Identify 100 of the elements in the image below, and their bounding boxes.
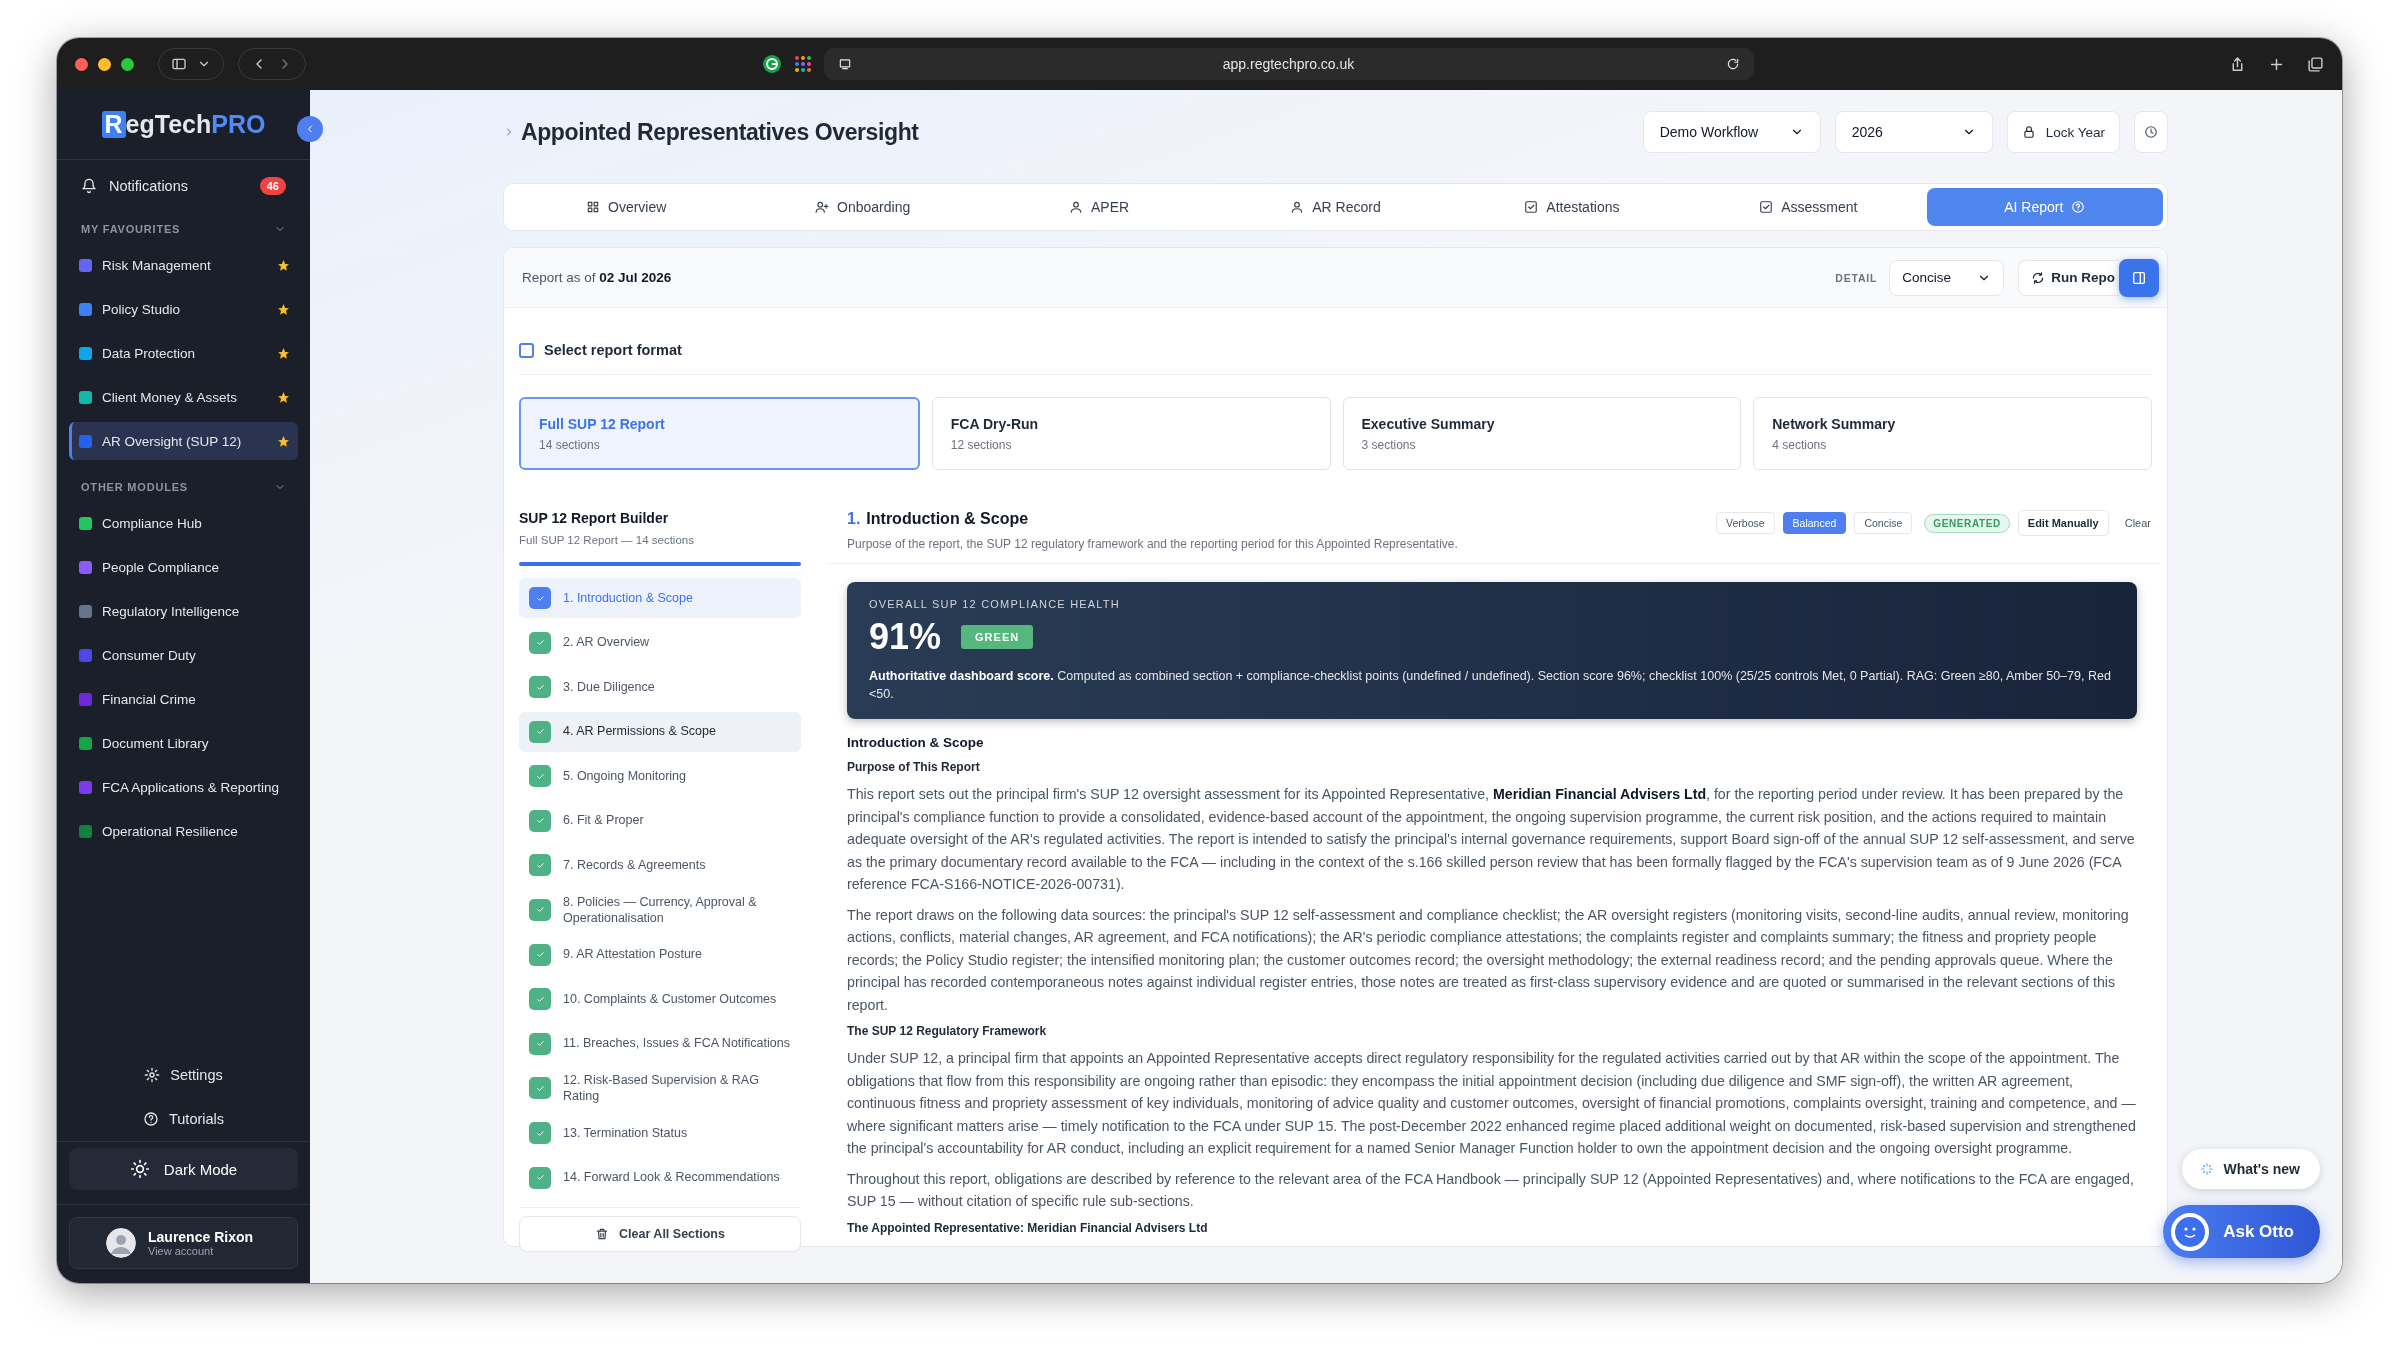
- builder-subtitle: Full SUP 12 Report — 14 sections: [519, 534, 695, 546]
- section-item[interactable]: 3. Due Diligence: [519, 667, 801, 707]
- score-value: 91%: [869, 616, 942, 658]
- sun-icon: [129, 1159, 150, 1179]
- tab[interactable]: Attestations: [1453, 188, 1691, 226]
- checkbox[interactable]: [529, 720, 551, 743]
- section-header[interactable]: MY FAVOURITES: [69, 212, 298, 246]
- check-icon: [534, 1038, 546, 1049]
- sidebar-item[interactable]: Client Money & Assets: [69, 378, 298, 416]
- checkbox-icon: [1759, 200, 1774, 214]
- lock-year-button[interactable]: Lock Year: [2006, 111, 2120, 153]
- checkbox[interactable]: [529, 631, 551, 654]
- report-format-card[interactable]: Full SUP 12 Report 14 sections: [519, 397, 920, 470]
- sidebar-item[interactable]: FCA Applications & Reporting: [69, 768, 298, 806]
- checkbox[interactable]: [529, 898, 551, 921]
- section-item[interactable]: 13. Termination Status: [519, 1113, 801, 1153]
- section-item[interactable]: 14. Forward Look & Recommendations: [519, 1157, 801, 1198]
- star-icon[interactable]: [277, 434, 290, 448]
- clear-button[interactable]: Clear: [2116, 511, 2159, 535]
- checkbox[interactable]: [529, 988, 551, 1010]
- history-button[interactable]: [2134, 111, 2168, 153]
- detail-mode-toggle[interactable]: Verbose: [1716, 512, 1775, 534]
- sidebar-item[interactable]: Operational Resilience: [69, 812, 298, 850]
- tab[interactable]: Overview: [508, 188, 745, 226]
- sidebar-icon: [171, 56, 187, 72]
- settings-link[interactable]: Settings: [69, 1053, 298, 1097]
- star-icon[interactable]: [277, 390, 290, 404]
- sidebar-item[interactable]: Document Library: [69, 724, 298, 762]
- section-item[interactable]: 5. Ongoing Monitoring: [519, 756, 801, 796]
- section-title: 1. Introduction & Scope: [847, 510, 1030, 528]
- settings-icon: [144, 1067, 161, 1083]
- report-heading: Introduction & Scope: [847, 735, 985, 751]
- star-icon[interactable]: [277, 346, 290, 360]
- minimize-window-button[interactable]: [98, 57, 111, 71]
- dark-mode-button[interactable]: Dark Mode: [69, 1148, 298, 1190]
- tab[interactable]: Onboarding: [744, 188, 981, 226]
- tab[interactable]: Assessment: [1690, 188, 1927, 226]
- section-header[interactable]: OTHER MODULES: [69, 470, 298, 504]
- section-item[interactable]: 11. Breaches, Issues & FCA Notifications: [519, 1023, 801, 1064]
- checkbox[interactable]: [529, 1032, 551, 1055]
- close-window-button[interactable]: [75, 57, 88, 71]
- section-item[interactable]: 4. AR Permissions & Scope: [519, 711, 801, 752]
- workflow-dropdown[interactable]: Demo Workflow: [1642, 111, 1821, 153]
- checkbox[interactable]: [529, 1122, 551, 1144]
- status-badge: GENERATED: [1924, 513, 2010, 533]
- sidebar-item[interactable]: People Compliance: [69, 548, 298, 586]
- report-format-card[interactable]: Network Summary 4 sections: [1753, 397, 2152, 470]
- checkbox[interactable]: [529, 943, 551, 966]
- checkbox[interactable]: [529, 587, 551, 609]
- apps-grid-icon[interactable]: [793, 55, 812, 73]
- section-item[interactable]: 8. Policies — Currency, Approval & Operationalisation: [519, 889, 801, 930]
- panel-toggle-button[interactable]: [2119, 258, 2159, 297]
- checkbox[interactable]: [519, 342, 534, 358]
- sidebar-item[interactable]: Policy Studio: [69, 290, 298, 328]
- sidebar-item[interactable]: Financial Crime: [69, 680, 298, 718]
- report-format-card[interactable]: Executive Summary 3 sections: [1342, 397, 1742, 470]
- detail-mode-toggle[interactable]: Balanced: [1782, 512, 1847, 534]
- checkbox[interactable]: [529, 765, 551, 787]
- sidebar-item[interactable]: AR Oversight (SUP 12): [69, 422, 298, 460]
- sidebar-item[interactable]: Risk Management: [69, 246, 298, 284]
- tutorials-link[interactable]: Tutorials: [69, 1097, 298, 1141]
- tab[interactable]: APER: [980, 188, 1218, 226]
- whats-new-button[interactable]: What's new: [2181, 1149, 2320, 1189]
- checkbox[interactable]: [529, 1166, 551, 1189]
- star-icon[interactable]: [277, 302, 290, 316]
- checkbox[interactable]: [529, 854, 551, 876]
- sidebar-item[interactable]: Consumer Duty: [69, 636, 298, 674]
- checkbox[interactable]: [529, 809, 551, 832]
- notifications-item[interactable]: Notifications 46: [69, 164, 298, 208]
- section-item[interactable]: 2. AR Overview: [519, 622, 801, 663]
- tab[interactable]: AR Record: [1217, 188, 1454, 226]
- ask-otto-button[interactable]: Ask Otto: [2163, 1205, 2320, 1258]
- trash-icon: [595, 1226, 610, 1241]
- run-report-button[interactable]: Run Repo: [2018, 259, 2119, 296]
- star-icon[interactable]: [277, 258, 290, 272]
- detail-mode-toggle[interactable]: Concise: [1854, 512, 1913, 534]
- address-bar[interactable]: app.regtechpro.co.uk: [823, 48, 1754, 80]
- section-item[interactable]: 7. Records & Agreements: [519, 845, 801, 885]
- sidebar-item[interactable]: Compliance Hub: [69, 504, 298, 542]
- user-icon: [1290, 200, 1305, 214]
- check-icon: [534, 726, 546, 737]
- sidebar-item[interactable]: Regulatory Intelligence: [69, 592, 298, 630]
- sidebar-item[interactable]: Data Protection: [69, 334, 298, 372]
- checkbox[interactable]: [529, 1077, 551, 1100]
- health-label: OVERALL SUP 12 COMPLIANCE HEALTH: [869, 598, 1121, 610]
- edit-manually-button[interactable]: Edit Manually: [2017, 510, 2109, 536]
- section-item[interactable]: 1. Introduction & Scope: [519, 578, 801, 618]
- checkbox[interactable]: [529, 676, 551, 698]
- section-item[interactable]: 12. Risk-Based Supervision & RAG Rating: [519, 1068, 801, 1109]
- section-item[interactable]: 9. AR Attestation Posture: [519, 934, 801, 975]
- extension-icon[interactable]: [761, 54, 782, 74]
- year-dropdown[interactable]: 2026: [1834, 111, 1993, 153]
- section-item[interactable]: 6. Fit & Proper: [519, 800, 801, 841]
- lock-icon: [2021, 125, 2036, 139]
- detail-dropdown[interactable]: Concise: [1889, 259, 2005, 296]
- report-format-card[interactable]: FCA Dry-Run 12 sections: [931, 397, 1331, 470]
- tab[interactable]: AI Report: [1926, 188, 2163, 226]
- account-card[interactable]: Laurence Rixon View account: [69, 1217, 298, 1269]
- section-item[interactable]: 10. Complaints & Customer Outcomes: [519, 979, 801, 1019]
- zoom-window-button[interactable]: [121, 57, 134, 71]
